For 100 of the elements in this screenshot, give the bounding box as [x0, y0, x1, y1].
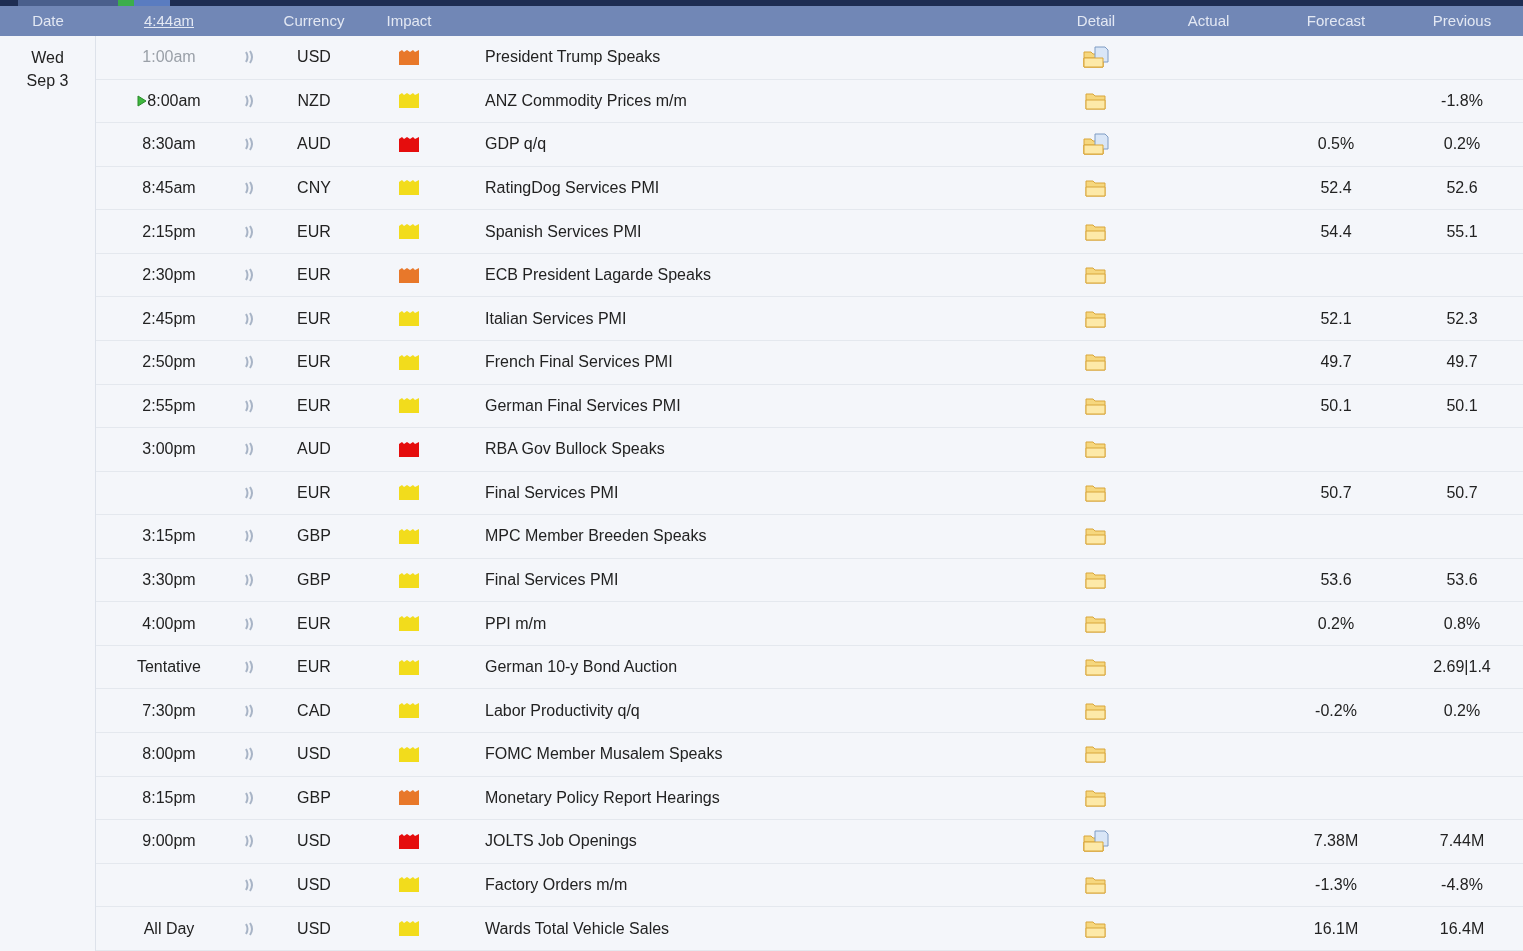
currency-code: CAD: [297, 700, 331, 721]
forecast-value: 7.38M: [1313, 831, 1359, 852]
event-title[interactable]: RatingDog Services PMI: [485, 178, 660, 196]
sound-icon[interactable]: [244, 789, 255, 806]
previous-value: 16.4M: [1439, 918, 1485, 939]
sound-icon[interactable]: [244, 92, 255, 109]
impact-icon[interactable]: [398, 789, 420, 807]
folder-icon[interactable]: [1085, 613, 1107, 634]
previous-value: 0.2%: [1443, 134, 1481, 155]
sound-icon[interactable]: [244, 659, 255, 676]
event-title[interactable]: German 10-y Bond Auction: [485, 658, 678, 676]
currency-code: USD: [297, 744, 331, 765]
forecast-value: 52.4: [1320, 177, 1352, 198]
sound-icon[interactable]: [244, 615, 255, 632]
currency-code: GBP: [297, 787, 331, 808]
event-time: 3:00pm: [142, 439, 196, 460]
event-title[interactable]: Factory Orders m/m: [485, 875, 628, 893]
event-time: All Day: [143, 918, 195, 939]
currency-code: EUR: [297, 395, 331, 416]
forecast-value: 0.2%: [1317, 613, 1355, 634]
event-title[interactable]: GDP q/q: [485, 135, 547, 153]
event-title[interactable]: Final Services PMI: [485, 571, 619, 589]
sound-icon[interactable]: [244, 833, 255, 850]
folder-icon[interactable]: [1085, 918, 1107, 939]
impact-icon[interactable]: [398, 135, 420, 153]
sound-icon[interactable]: [244, 223, 255, 240]
folder-icon[interactable]: [1085, 439, 1107, 460]
folder-icon[interactable]: [1085, 395, 1107, 416]
folder-icon[interactable]: [1085, 657, 1107, 678]
event-title[interactable]: ANZ Commodity Prices m/m: [485, 91, 687, 109]
event-title[interactable]: FOMC Member Musalem Speaks: [485, 745, 723, 763]
sound-icon[interactable]: [244, 746, 255, 763]
event-title[interactable]: Monetary Policy Report Hearings: [485, 788, 720, 806]
folder-icon[interactable]: [1085, 874, 1107, 895]
currency-code: EUR: [297, 352, 331, 373]
previous-value: -1.8%: [1441, 90, 1483, 111]
sound-icon[interactable]: [244, 441, 255, 458]
folder-icon[interactable]: [1085, 526, 1107, 547]
sound-icon[interactable]: [244, 136, 255, 153]
folder-icon[interactable]: [1085, 265, 1107, 286]
sound-icon[interactable]: [244, 572, 255, 589]
forecast-value: -0.2%: [1315, 700, 1357, 721]
currency-code: GBP: [297, 570, 331, 591]
folder-icon[interactable]: [1085, 177, 1107, 198]
event-title[interactable]: Wards Total Vehicle Sales: [485, 919, 670, 937]
sound-icon[interactable]: [244, 49, 255, 66]
sound-icon[interactable]: [244, 876, 255, 893]
event-title[interactable]: Italian Services PMI: [485, 309, 627, 327]
column-header: Previous: [1432, 10, 1492, 31]
event-title[interactable]: Labor Productivity q/q: [485, 701, 640, 719]
event-title[interactable]: German Final Services PMI: [485, 396, 681, 414]
column-header: Currency: [283, 10, 345, 31]
currency-code: AUD: [297, 439, 331, 460]
currency-code: EUR: [297, 613, 331, 634]
sound-icon[interactable]: [244, 267, 255, 284]
event-time: 8:00pm: [142, 744, 196, 765]
folder-with-document-icon[interactable]: [1083, 133, 1109, 156]
folder-icon[interactable]: [1085, 352, 1107, 373]
impact-icon[interactable]: [398, 48, 420, 66]
event-title[interactable]: Final Services PMI: [485, 483, 619, 501]
event-title[interactable]: PPI m/m: [485, 614, 547, 632]
event-title[interactable]: MPC Member Breeden Speaks: [485, 527, 707, 545]
currency-code: CNY: [297, 177, 331, 198]
event-time: 2:45pm: [142, 308, 196, 329]
event-title[interactable]: Spanish Services PMI: [485, 222, 642, 240]
impact-icon[interactable]: [398, 832, 420, 850]
folder-icon[interactable]: [1085, 221, 1107, 242]
folder-icon[interactable]: [1085, 308, 1107, 329]
previous-value: 0.8%: [1443, 613, 1481, 634]
folder-icon[interactable]: [1085, 90, 1107, 111]
sound-icon[interactable]: [244, 310, 255, 327]
sound-icon[interactable]: [244, 397, 255, 414]
event-title[interactable]: JOLTS Job Openings: [485, 832, 637, 850]
previous-value: 7.44M: [1439, 831, 1485, 852]
event-title[interactable]: ECB President Lagarde Speaks: [485, 266, 711, 284]
sound-icon[interactable]: [244, 179, 255, 196]
previous-value: 53.6: [1446, 570, 1478, 591]
folder-with-document-icon[interactable]: [1083, 46, 1109, 69]
event-title[interactable]: RBA Gov Bullock Speaks: [485, 440, 665, 458]
sound-icon[interactable]: [244, 528, 255, 545]
folder-icon[interactable]: [1085, 787, 1107, 808]
folder-icon[interactable]: [1085, 744, 1107, 765]
currency-code: USD: [297, 874, 331, 895]
folder-with-document-icon[interactable]: [1083, 830, 1109, 853]
sound-icon[interactable]: [244, 920, 255, 937]
sound-icon[interactable]: [244, 354, 255, 371]
event-time: 8:30am: [142, 134, 196, 155]
event-title[interactable]: President Trump Speaks: [485, 48, 661, 66]
folder-icon[interactable]: [1085, 700, 1107, 721]
folder-icon[interactable]: [1085, 570, 1107, 591]
event-title[interactable]: French Final Services PMI: [485, 353, 673, 371]
column-header: Detail: [1076, 10, 1116, 31]
folder-icon[interactable]: [1085, 482, 1107, 503]
forecast-value: 50.7: [1320, 482, 1352, 503]
sound-icon[interactable]: [244, 702, 255, 719]
event-time: 2:55pm: [142, 395, 196, 416]
sound-icon[interactable]: [244, 484, 255, 501]
impact-icon[interactable]: [398, 266, 420, 284]
column-header: Date: [32, 10, 64, 31]
impact-icon[interactable]: [398, 440, 420, 458]
